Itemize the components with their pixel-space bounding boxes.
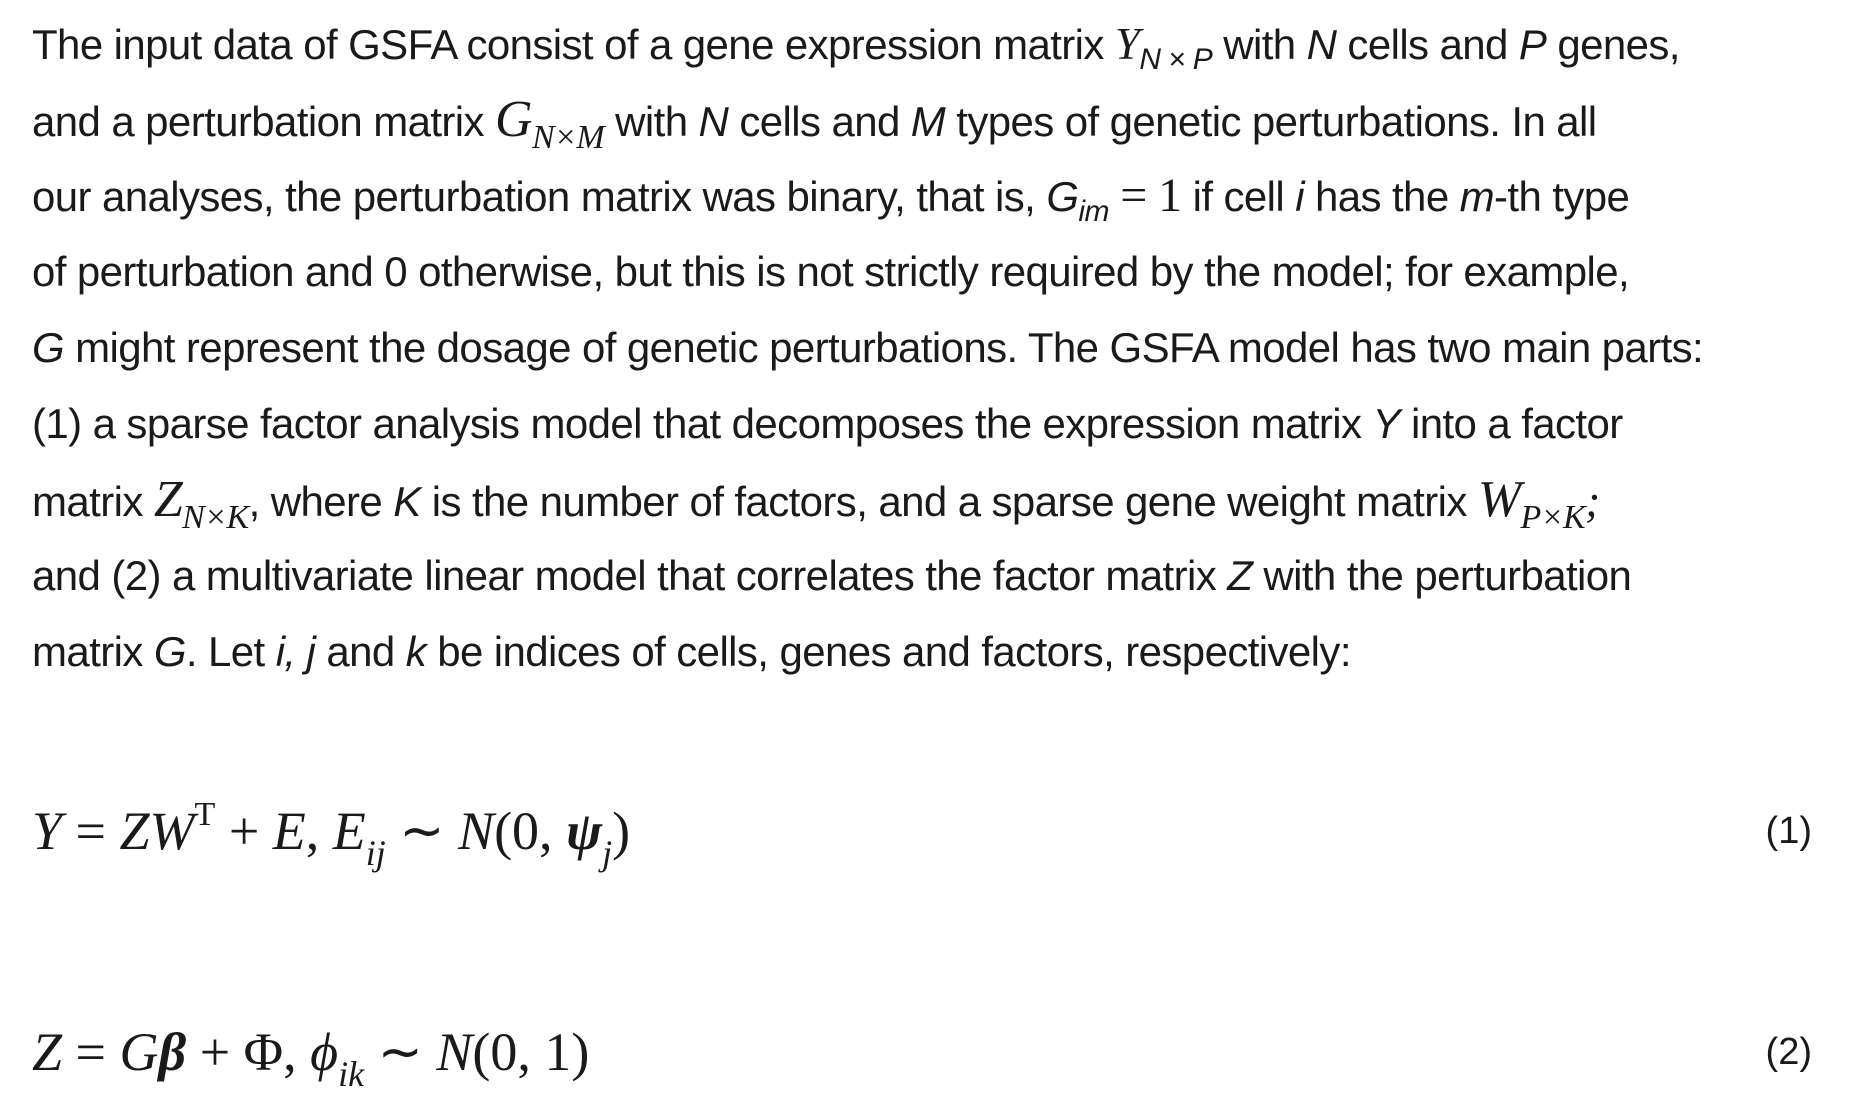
text-run: cells and [1336, 21, 1519, 68]
paragraph-line-4: of perturbation and 0 otherwise, but thi… [32, 234, 1832, 310]
paragraph-line-3: our analyses, the perturbation matrix wa… [32, 158, 1832, 234]
math-subscript: P×K [1520, 499, 1586, 536]
math-var-k: k [405, 628, 427, 675]
article-body: The input data of GSFA consist of a gene… [32, 0, 1812, 1119]
math-var-K: K [393, 478, 421, 525]
text-run: into a factor [1399, 400, 1623, 447]
text-run: our analyses, the perturbation matrix wa… [32, 173, 1047, 220]
paragraph-line-8: and (2) a multivariate linear model that… [32, 538, 1832, 614]
text-run: and a perturbation matrix [32, 98, 495, 145]
text-run: matrix [32, 478, 154, 525]
math-var-G: G [153, 628, 187, 675]
math-var-m: m [1459, 173, 1495, 220]
math-var-M: M [910, 98, 946, 145]
text-run: with [1212, 21, 1307, 68]
eq-var: β [158, 1022, 187, 1082]
math-subscript: N×M [531, 119, 605, 156]
eq-var: E [272, 801, 306, 861]
eq-subscript: ij [365, 833, 386, 873]
math-var-P: P [1518, 21, 1547, 68]
math-subscript: im [1078, 195, 1109, 228]
text-run: types of genetic perturbations. In all [945, 98, 1597, 145]
math-var-N: N [698, 98, 729, 145]
paragraph-line-7: matrix ZN×K, where K is the number of fa… [32, 462, 1832, 538]
text-run: with [604, 98, 699, 145]
math-var-N: N [1306, 21, 1337, 68]
paragraph-line-6: (1) a sparse factor analysis model that … [32, 386, 1832, 462]
equation-1-formula: Y = ZWT + E, Eij ∼ N(0, ψj) [32, 786, 630, 884]
eq-op: ∼ [364, 1022, 437, 1082]
paragraph-line-5: G might represent the dosage of genetic … [32, 310, 1832, 386]
math-var-Y: Y [1114, 19, 1140, 69]
eq-subscript: j [602, 833, 613, 873]
text-run: might represent the dosage of genetic pe… [64, 324, 1704, 371]
eq-var: E [332, 801, 366, 861]
eq-var: ϕ [310, 1022, 339, 1082]
math-number: 1 [1158, 169, 1182, 222]
eq-op: ) [612, 801, 631, 861]
equation-number: (1) [1765, 810, 1812, 852]
paragraph-line-1: The input data of GSFA consist of a gene… [32, 6, 1832, 82]
eq-var: N [458, 801, 495, 861]
equation-2-formula: Z = Gβ + Φ, ϕik ∼ N(0, 1) [32, 1007, 589, 1103]
eq-op: , [283, 1022, 311, 1082]
methods-paragraph: The input data of GSFA consist of a gene… [32, 0, 1832, 690]
text-run: (1) a sparse factor analysis model that … [32, 400, 1373, 447]
math-var-Z: Z [153, 471, 183, 528]
text-run: if cell [1181, 173, 1296, 220]
text-run: -th type [1494, 173, 1630, 220]
eq-var: Φ [243, 1022, 284, 1082]
text-run: . Let [185, 628, 276, 675]
eq-op: ∼ [385, 801, 459, 861]
eq-var: Z [32, 1022, 63, 1082]
math-var-G: G [495, 91, 533, 148]
math-var-G: G [1046, 173, 1079, 220]
eq-op: = [62, 801, 120, 861]
math-var-Y: Y [1372, 400, 1401, 447]
eq-var: ZW [119, 801, 195, 861]
text-run: ; [1585, 476, 1600, 526]
text-run: of perturbation and 0 otherwise, but thi… [32, 248, 1630, 295]
text-run: has the [1303, 173, 1460, 220]
text-run: cells and [728, 98, 911, 145]
eq-op: + [186, 1022, 244, 1082]
math-var-W: W [1477, 471, 1521, 528]
text-run: is the number of factors, and a sparse g… [420, 478, 1478, 525]
eq-superscript: T [194, 796, 216, 833]
paragraph-line-2: and a perturbation matrix GN×M with N ce… [32, 82, 1832, 158]
equation-number: (2) [1765, 1031, 1812, 1073]
eq-op: , [305, 801, 333, 861]
eq-var: N [436, 1022, 473, 1082]
math-var-ij: i, j [275, 628, 316, 675]
text-run: genes, [1546, 21, 1680, 68]
eq-op: (0, [494, 801, 567, 861]
eq-op: + [215, 801, 273, 861]
math-subscript: N × P [1139, 43, 1213, 76]
eq-op: (0, 1) [472, 1022, 590, 1082]
text-run: with the perturbation [1252, 552, 1632, 599]
equation-2: Z = Gβ + Φ, ϕik ∼ N(0, 1) (2) [32, 1007, 1812, 1097]
eq-var: G [119, 1022, 159, 1082]
eq-subscript: ik [338, 1054, 365, 1094]
equation-1: Y = ZWT + E, Eij ∼ N(0, ψj) (1) [32, 786, 1812, 876]
text-run: , where [248, 478, 394, 525]
math-var-Z: Z [1227, 552, 1253, 599]
text-run: and (2) a multivariate linear model that… [32, 552, 1228, 599]
eq-var: ψ [566, 801, 603, 861]
eq-op: = [62, 1022, 120, 1082]
text-run: and [315, 628, 406, 675]
math-equals: = [1108, 169, 1159, 222]
text-run: The input data of GSFA consist of a gene… [32, 21, 1115, 68]
text-run: matrix [32, 628, 154, 675]
math-var-i: i [1295, 173, 1304, 220]
math-var-G: G [32, 324, 65, 371]
math-subscript: N×K [182, 499, 249, 536]
eq-var: Y [32, 801, 63, 861]
paragraph-line-9: matrix G. Let i, j and k be indices of c… [32, 614, 1832, 690]
text-run: be indices of cells, genes and factors, … [426, 628, 1351, 675]
